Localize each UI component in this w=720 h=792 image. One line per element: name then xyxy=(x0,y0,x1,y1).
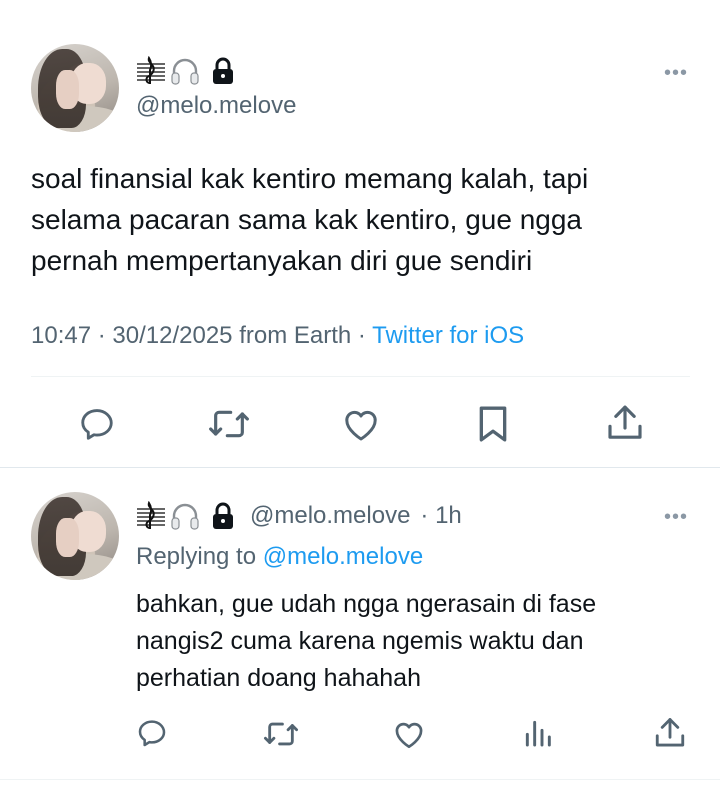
replying-to: Replying to @melo.melove xyxy=(136,543,423,571)
tweet-text: soal finansial kak kentiro memang kalah,… xyxy=(31,158,691,281)
meta-separator: · xyxy=(97,322,106,349)
music-score-icon xyxy=(136,56,166,86)
lock-icon xyxy=(210,502,236,530)
tweet-meta: 10:47 · 30/12/2025 from Earth · Twitter … xyxy=(31,322,524,350)
tweet-text-line: selama pacaran sama kak kentiro, gue ngg… xyxy=(31,204,582,235)
lock-icon xyxy=(210,57,236,85)
divider xyxy=(0,467,720,468)
tweet-client-link[interactable]: Twitter for iOS xyxy=(372,322,524,349)
user-handle[interactable]: @melo.melove xyxy=(250,502,410,530)
avatar[interactable] xyxy=(31,492,119,580)
headphones-icon xyxy=(170,501,200,531)
like-icon[interactable] xyxy=(392,718,426,750)
like-icon[interactable] xyxy=(341,405,381,443)
retweet-icon[interactable] xyxy=(262,717,300,751)
share-icon[interactable] xyxy=(606,403,644,443)
tweet-text-line: soal finansial kak kentiro memang kalah,… xyxy=(31,163,589,194)
replying-to-handle[interactable]: @melo.melove xyxy=(263,543,423,570)
more-options-icon[interactable]: ••• xyxy=(664,62,688,85)
replying-to-label: Replying to xyxy=(136,543,257,570)
avatar[interactable] xyxy=(31,44,119,132)
music-score-icon xyxy=(136,501,166,531)
avatar-hand xyxy=(55,70,79,110)
reply-text-line: perhatian doang hahahah xyxy=(136,664,421,692)
reply-text-line: bahkan, gue udah ngga ngerasain di fase xyxy=(136,590,597,618)
display-name[interactable] xyxy=(136,55,236,87)
share-icon[interactable] xyxy=(654,716,686,750)
headphones-icon xyxy=(170,56,200,86)
meta-separator: · xyxy=(357,322,366,349)
more-options-icon[interactable]: ••• xyxy=(664,506,688,529)
tweet-text-line: pernah mempertanyakan diri gue sendiri xyxy=(31,245,533,276)
user-handle[interactable]: @melo.melove xyxy=(136,92,296,120)
divider xyxy=(31,376,690,377)
reply-icon[interactable] xyxy=(136,717,168,749)
tweet-time[interactable]: 10:47 xyxy=(31,322,91,349)
avatar-hand xyxy=(55,518,79,558)
views-icon[interactable] xyxy=(522,717,554,749)
tweet-time-ago[interactable]: · 1h xyxy=(420,502,461,530)
tweet-location: from Earth xyxy=(239,322,352,349)
display-name[interactable]: @melo.melove · 1h xyxy=(136,500,462,532)
retweet-icon[interactable] xyxy=(207,404,251,444)
bookmark-icon[interactable] xyxy=(476,404,510,444)
reply-icon[interactable] xyxy=(78,405,116,443)
divider xyxy=(0,779,720,780)
reply-text: bahkan, gue udah ngga ngerasain di fase … xyxy=(136,586,696,697)
tweet-date[interactable]: 30/12/2025 xyxy=(112,322,232,349)
reply-text-line: nangis2 cuma karena ngemis waktu dan xyxy=(136,627,584,655)
